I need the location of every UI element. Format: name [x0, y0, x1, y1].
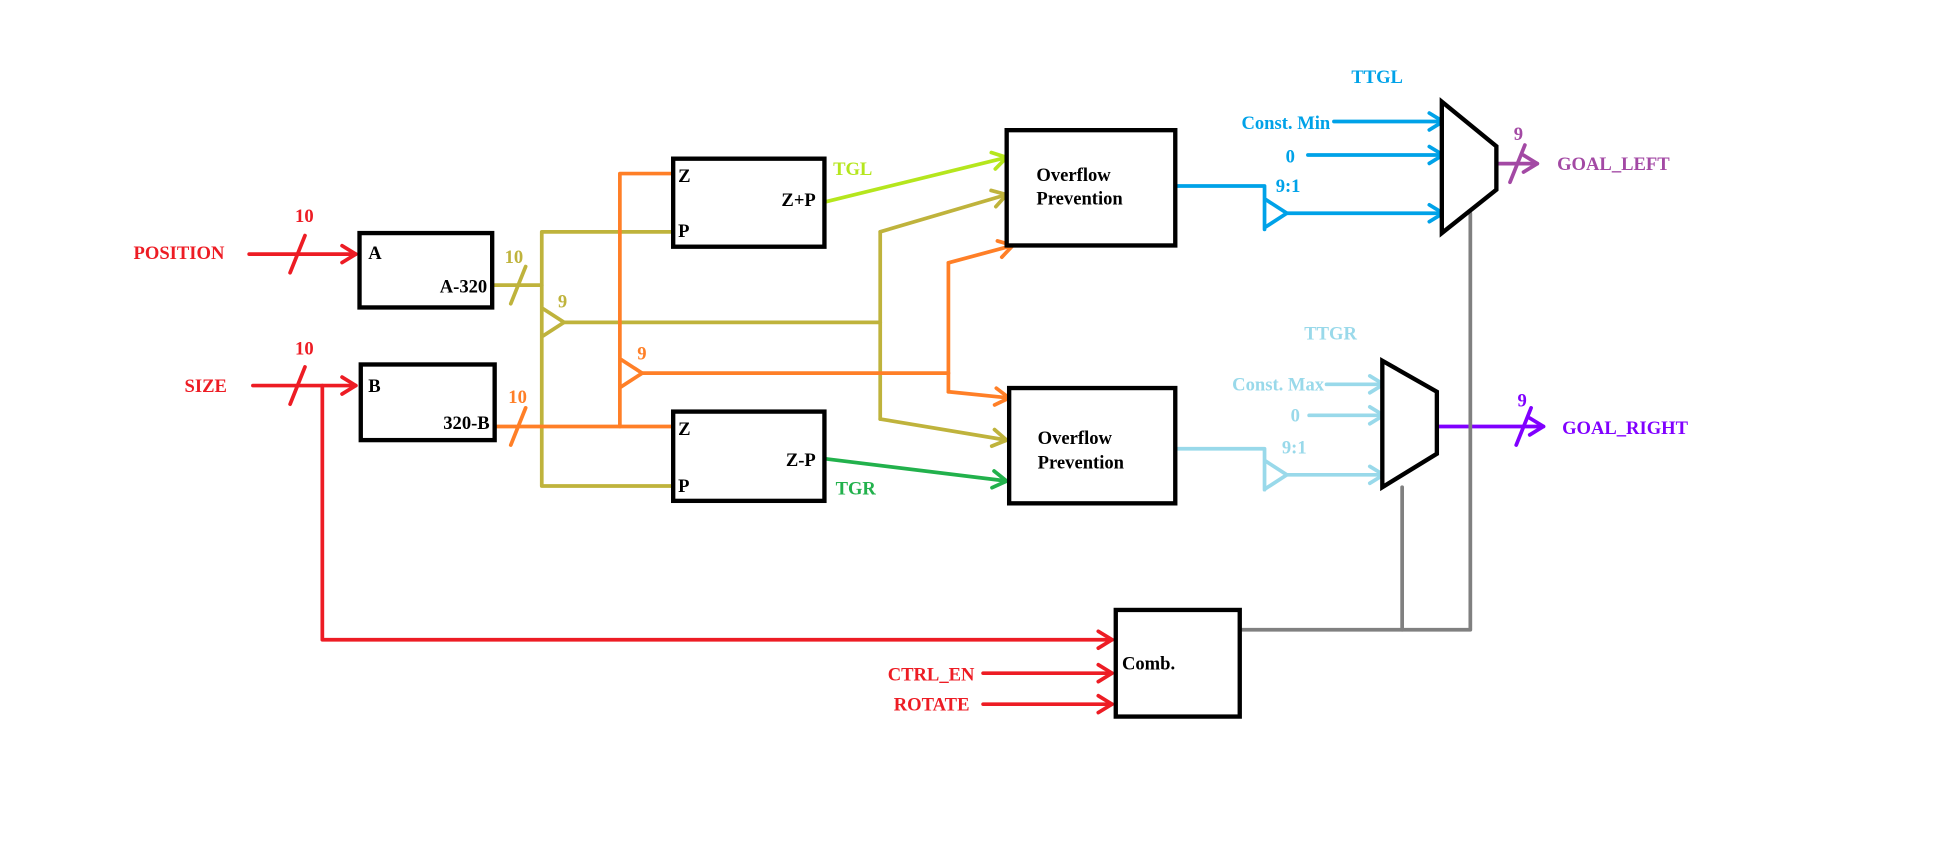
ttgl-wire	[1173, 184, 1267, 232]
sub-z-label: Z	[678, 419, 690, 440]
ttgr-wire	[1173, 446, 1267, 492]
b-out-label: 320-B	[443, 413, 489, 434]
ttgr-split-icon	[1263, 459, 1289, 491]
ttgl-range-label: 9:1	[1276, 176, 1301, 197]
goal-right-label: GOAL_RIGHT	[1562, 418, 1689, 439]
adder-p-label: P	[678, 221, 689, 242]
overflow-bottom-line1: Overflow	[1038, 428, 1113, 449]
goal-left-width: 9	[1514, 124, 1523, 145]
ttgl-label: TTGL	[1351, 67, 1403, 88]
mux-right-zero-label: 0	[1291, 406, 1300, 427]
a-port-label: A	[368, 243, 382, 264]
a-out-label: A-320	[440, 277, 487, 298]
ttgr-range-label: 9:1	[1282, 438, 1307, 459]
size-label: SIZE	[185, 376, 227, 397]
overflow-top-line1: Overflow	[1036, 165, 1111, 186]
mux-left-zero-label: 0	[1286, 146, 1295, 167]
position-label: POSITION	[134, 243, 225, 264]
const-min-label: Const. Min	[1241, 113, 1330, 134]
ctrl-en-label: CTRL_EN	[888, 665, 975, 686]
mux-left	[1439, 97, 1499, 238]
olive-to-overflow-bottom	[878, 417, 1009, 442]
overflow-bottom-line2: Prevention	[1038, 453, 1125, 474]
block-diagram: POSITION 10 SIZE 10 CTRL_EN ROTATE A A-3…	[134, 67, 1689, 719]
const-max-label: Const. Max	[1232, 375, 1325, 396]
b-port-label: B	[368, 376, 380, 397]
goal-right-width: 9	[1517, 391, 1526, 412]
olive-to-overflow-top	[878, 192, 1009, 234]
overflow-top-line2: Prevention	[1036, 189, 1123, 210]
ttgr-label: TTGR	[1304, 324, 1357, 345]
size-width-label: 10	[295, 339, 314, 360]
b-out-width: 10	[508, 387, 527, 408]
sub-out-label: Z-P	[786, 450, 816, 471]
position-width-label: 10	[295, 206, 314, 227]
sub-p-label: P	[678, 476, 689, 497]
rotate-label: ROTATE	[894, 694, 970, 715]
tgl-label: TGL	[833, 159, 872, 180]
olive-bus	[539, 229, 676, 488]
ttgl-split-icon	[1263, 197, 1289, 229]
comb-label: Comb.	[1122, 653, 1175, 674]
adder-z-label: Z	[678, 166, 690, 187]
a-out-width: 10	[505, 247, 524, 268]
tgr-label: TGR	[836, 479, 877, 500]
olive-split-icon	[541, 306, 566, 338]
orange-split-width: 9	[637, 344, 646, 365]
olive-split-width: 9	[558, 291, 567, 312]
orange-bus	[618, 171, 676, 429]
goal-left-label: GOAL_LEFT	[1557, 154, 1670, 175]
mux-right	[1380, 357, 1440, 492]
adder-out-label: Z+P	[781, 190, 815, 211]
